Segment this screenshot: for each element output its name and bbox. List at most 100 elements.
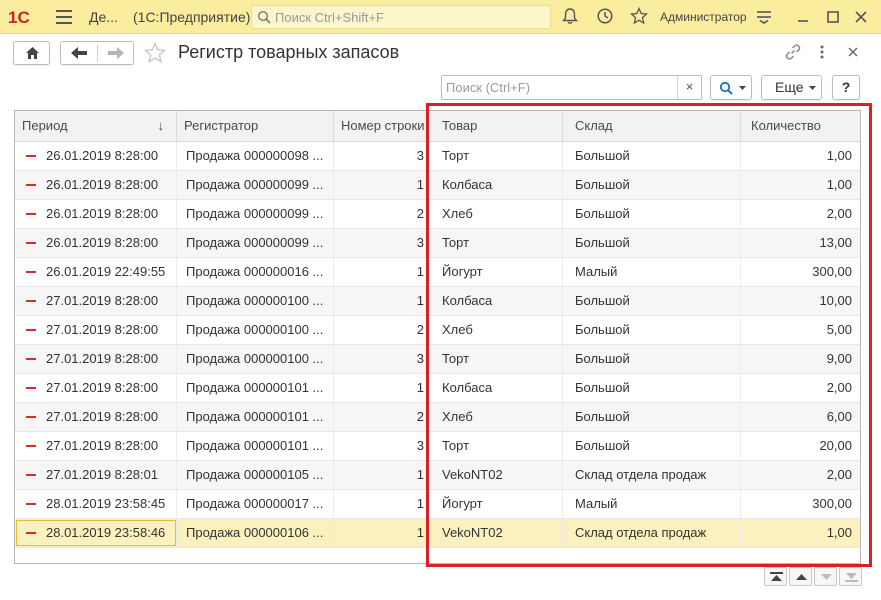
cell-registrator: Продажа 000000100 ... [177,345,334,373]
column-header-line-number[interactable]: Номер строки [334,111,428,141]
scroll-to-top-button[interactable] [764,567,787,586]
list-search-field: × [441,75,702,100]
close-icon[interactable] [853,9,869,25]
cell-line-number: 3 [334,345,428,373]
table-row[interactable]: 27.01.2019 8:28:00 Продажа 000000101 ... 3… [15,432,860,461]
cell-warehouse: Малый [563,258,741,286]
cell-period: 27.01.2019 8:28:00 [15,432,177,460]
favorite-star-icon[interactable] [144,42,166,64]
dropdown-arrow-icon [739,86,746,90]
cell-line-number: 2 [334,403,428,431]
cell-line-number: 1 [334,461,428,489]
favorites-star-icon[interactable] [630,7,648,25]
cell-quantity: 2,00 [826,206,852,221]
table-row-selected[interactable]: 28.01.2019 23:58:46 Продажа 000000106 ...… [15,519,860,548]
app-name: (1С:Предприятие) [133,9,251,25]
dropdown-arrow-icon [809,86,816,90]
cell-period: 27.01.2019 8:28:01 [15,461,177,489]
cell-warehouse: Большой [563,345,741,373]
maximize-icon[interactable] [825,9,841,25]
column-header-period[interactable]: Период ↓ [15,111,177,141]
table-row[interactable]: 27.01.2019 8:28:00 Продажа 000000101 ... 1… [15,374,860,403]
cell-product: Колбаса [428,287,563,315]
cell-line-number: 1 [334,258,428,286]
more-button[interactable]: Еще [761,75,822,100]
scroll-up-icon [796,574,807,580]
column-header-warehouse[interactable]: Склад [563,111,741,141]
cell-quantity: 6,00 [826,409,852,424]
scroll-up-button[interactable] [789,567,812,586]
cell-warehouse: Большой [563,374,741,402]
menu-icon[interactable] [56,10,72,24]
history-icon[interactable] [596,7,614,25]
table-row[interactable]: 27.01.2019 8:28:00 Продажа 000000100 ... 3… [15,345,860,374]
table-row[interactable]: 27.01.2019 8:28:01 Продажа 000000105 ... 1… [15,461,860,490]
more-button-label: Еще [775,79,804,95]
column-header-product[interactable]: Товар [428,111,563,141]
forward-button[interactable] [98,42,134,64]
scroll-bottom-icon [845,573,858,582]
search-button[interactable] [710,75,752,100]
cell-registrator: Продажа 000000016 ... [177,258,334,286]
cell-period: 26.01.2019 8:28:00 [15,200,177,228]
close-form-icon[interactable] [846,45,860,59]
1c-logo: 1С [8,8,30,27]
table-row[interactable]: 27.01.2019 8:28:00 Продажа 000000100 ... 1… [15,287,860,316]
cell-warehouse: Большой [563,316,741,344]
table-row[interactable]: 26.01.2019 8:28:00 Продажа 000000098 ... 3… [15,142,860,171]
table-row[interactable]: 26.01.2019 8:28:00 Продажа 000000099 ... 2… [15,200,860,229]
title-bar: 1С Де... (1С:Предприятие) Поиск Ctrl+Shi… [0,0,881,34]
bell-icon[interactable] [561,7,579,25]
cell-period: 27.01.2019 8:28:00 [15,316,177,344]
cell-quantity: 9,00 [826,351,852,366]
cell-period: 27.01.2019 8:28:00 [15,403,177,431]
cell-registrator: Продажа 000000099 ... [177,171,334,199]
cell-quantity: 13,00 [819,235,852,250]
table-row[interactable]: 26.01.2019 8:28:00 Продажа 000000099 ... 1… [15,171,860,200]
cell-warehouse: Склад отдела продаж [563,519,741,547]
table-row[interactable]: 28.01.2019 23:58:45 Продажа 000000017 ...… [15,490,860,519]
cell-registrator: Продажа 000000101 ... [177,374,334,402]
table-row[interactable]: 26.01.2019 8:28:00 Продажа 000000099 ... 3… [15,229,860,258]
back-button[interactable] [61,42,97,64]
register-table: Период ↓ Регистратор Номер строки Товар … [14,110,861,564]
database-name[interactable]: Де... [89,9,118,25]
cell-period: 26.01.2019 8:28:00 [15,171,177,199]
home-button[interactable] [13,41,50,65]
list-search-input[interactable] [442,76,678,99]
current-user[interactable]: Администратор [660,10,747,24]
cell-product: Торт [428,432,563,460]
table-row[interactable]: 27.01.2019 8:28:00 Продажа 000000100 ... 2… [15,316,860,345]
cell-product: Колбаса [428,171,563,199]
cell-warehouse: Большой [563,142,741,170]
scroll-down-icon [821,574,832,580]
cell-quantity: 300,00 [812,264,852,279]
cell-product: Хлеб [428,316,563,344]
cell-registrator: Продажа 000000017 ... [177,490,334,518]
scroll-to-bottom-button[interactable] [839,567,862,586]
arrow-left-icon [71,47,87,59]
clear-search-button[interactable]: × [677,76,701,99]
minimize-icon[interactable] [795,9,811,25]
settings-icon[interactable] [756,10,772,24]
more-actions-icon[interactable] [815,43,829,61]
cell-line-number: 1 [334,490,428,518]
help-button[interactable]: ? [832,75,860,100]
table-row[interactable]: 27.01.2019 8:28:00 Продажа 000000101 ... 2… [15,403,860,432]
link-icon[interactable] [784,43,802,61]
cell-line-number: 1 [334,171,428,199]
cell-registrator: Продажа 000000098 ... [177,142,334,170]
logo-text: 1С [8,8,30,27]
cell-quantity: 300,00 [812,496,852,511]
sort-descending-icon: ↓ [157,118,165,133]
cell-period: 26.01.2019 8:28:00 [15,229,177,257]
column-header-quantity[interactable]: Количество [741,111,860,141]
page-title: Регистр товарных запасов [178,42,400,62]
search-icon [719,81,733,95]
table-row[interactable]: 26.01.2019 22:49:55 Продажа 000000016 ...… [15,258,860,287]
global-search-field[interactable]: Поиск Ctrl+Shift+F [251,5,551,29]
scroll-down-button[interactable] [814,567,837,586]
cell-quantity: 1,00 [826,148,852,163]
column-header-registrator[interactable]: Регистратор [177,111,334,141]
cell-period: 27.01.2019 8:28:00 [15,345,177,373]
